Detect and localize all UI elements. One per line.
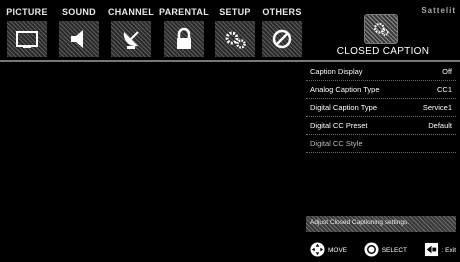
tv-icon (7, 21, 47, 57)
tab-parental-label: PARENTAL (158, 7, 210, 17)
tab-channel[interactable]: CHANNEL (106, 6, 156, 58)
legend-exit: : Exit (424, 242, 456, 259)
menu-item-label: Digital CC Preset (310, 121, 368, 130)
menu-item-caption-display[interactable]: Caption Display Off (306, 63, 456, 81)
legend-exit-label: : Exit (441, 246, 456, 254)
menu-item-label: Caption Display (310, 67, 363, 76)
help-text: Adjust Closed Captioning settings. (306, 216, 456, 232)
legend-move-label: MOVE (328, 246, 348, 254)
no-entry-icon (262, 21, 302, 57)
speaker-icon (59, 21, 99, 57)
tab-others-label: OTHERS (262, 7, 302, 17)
legend-select-label: SELECT (381, 246, 407, 254)
gears-icon (215, 21, 255, 57)
menu-item-value: Service1 (422, 103, 452, 112)
menu-item-value: Default (428, 121, 452, 130)
select-button-icon (364, 241, 379, 259)
tab-sound[interactable]: SOUND (56, 6, 102, 58)
menu-item-value: Off (442, 67, 452, 76)
menu-item-label: Digital CC Style (310, 139, 363, 148)
legend-move: MOVE (310, 241, 348, 259)
tab-sound-label: SOUND (61, 7, 96, 17)
tab-channel-label: CHANNEL (107, 7, 155, 17)
tab-picture[interactable]: PICTURE (4, 6, 50, 58)
closed-caption-menu: Caption Display Off Analog Caption Type … (306, 63, 456, 153)
tab-setup-label: SETUP (219, 7, 251, 17)
menu-item-label: Analog Caption Type (310, 85, 380, 94)
menu-item-analog-caption-type[interactable]: Analog Caption Type CC1 (306, 81, 456, 99)
key-legend: MOVE SELECT : Exit (306, 240, 460, 260)
menu-item-label: Digital Caption Type (310, 103, 377, 112)
header-divider (0, 60, 460, 62)
tab-setup[interactable]: SETUP (212, 6, 258, 58)
menu-item-digital-cc-preset[interactable]: Digital CC Preset Default (306, 117, 456, 135)
closed-caption-icon (364, 14, 398, 44)
brand-logo: Sattelit (421, 6, 456, 15)
tab-others[interactable]: OTHERS (258, 6, 306, 58)
tab-parental[interactable]: PARENTAL (158, 6, 210, 58)
lock-icon (164, 21, 204, 57)
menu-item-digital-caption-type[interactable]: Digital Caption Type Service1 (306, 99, 456, 117)
dpad-icon (310, 241, 325, 259)
satellite-dish-icon (111, 21, 151, 57)
menu-item-value: CC1 (436, 85, 452, 94)
legend-select: SELECT (364, 241, 407, 259)
exit-key-icon (424, 242, 439, 259)
menu-item-digital-cc-style[interactable]: Digital CC Style (306, 135, 456, 153)
tab-picture-label: PICTURE (6, 7, 48, 17)
panel-title: CLOSED CAPTION (336, 46, 430, 57)
top-menu-bar: PICTURE SOUND CHANNEL PARENTAL SETUP OTH… (0, 0, 460, 60)
